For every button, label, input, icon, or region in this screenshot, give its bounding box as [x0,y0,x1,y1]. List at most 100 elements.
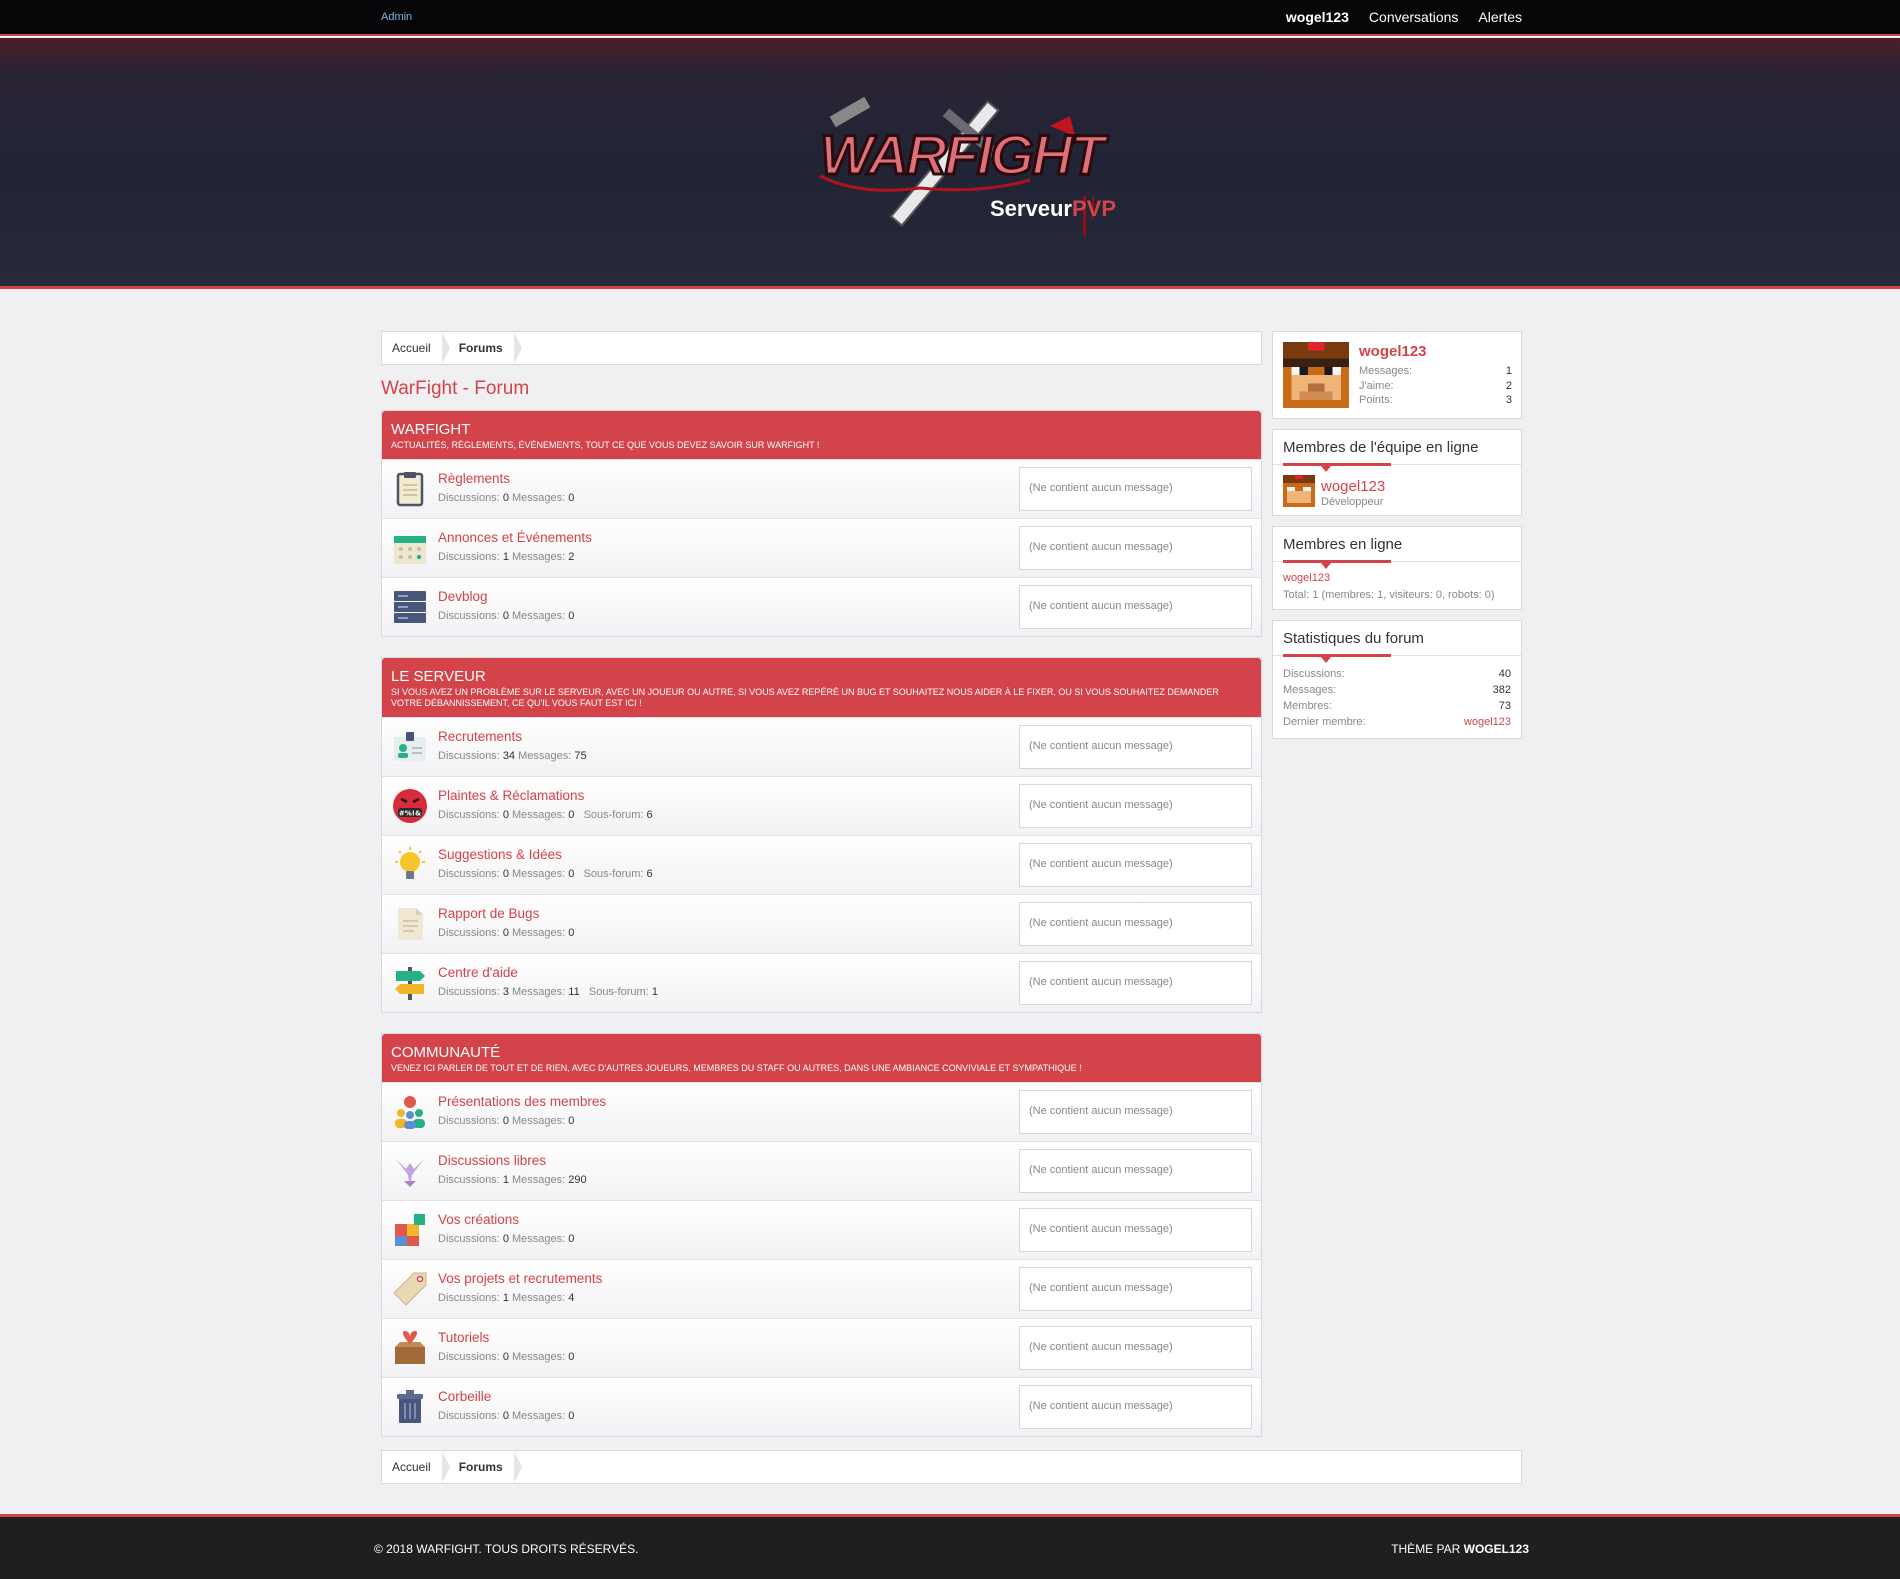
breadcrumb: Accueil Forums [381,1450,1522,1484]
messages-count: 0 [568,868,575,880]
forum-categories: WARFIGHT Actualités, règlements, événeme… [381,410,1262,1437]
messages-label: Messages: [512,1174,566,1186]
puzzle-icon[interactable] [392,1212,428,1248]
forum-node-title[interactable]: Corbeille [438,1389,491,1404]
forum-node-title[interactable]: Discussions libres [438,1153,546,1168]
forum-node-title[interactable]: Suggestions & Idées [438,847,562,862]
forum-node: Rapport de Bugs Discussions: 0 Messages:… [382,894,1261,953]
tag-icon[interactable] [392,1271,428,1307]
forum-node-title[interactable]: Présentations des membres [438,1094,606,1109]
last-post-box: (Ne contient aucun message) [1019,725,1252,769]
calendar-icon[interactable] [392,530,428,566]
subforum-count: 6 [646,809,653,821]
latest-member-link[interactable]: wogel123 [1464,714,1511,730]
forum-node-stats: Discussions: 0 Messages: 0 [438,927,574,939]
forum-node: Suggestions & Idées Discussions: 0 Messa… [382,835,1261,894]
stat-value: 40 [1498,668,1511,680]
messages-count: 290 [568,1174,587,1186]
theme-credit-prefix: THÈME PAR [1391,1542,1464,1556]
people-chat-icon[interactable] [392,1094,428,1130]
discussions-label: Discussions: [438,1292,500,1304]
messages-count: 0 [568,927,575,939]
forum-node-title[interactable]: Tutoriels [438,1330,489,1345]
username-link[interactable]: wogel123 [1286,9,1349,25]
warfight-logo[interactable]: WARFIGHT Serveur PVP [800,76,1130,256]
signpost-icon[interactable] [392,965,428,1001]
trash-icon[interactable] [392,1389,428,1425]
breadcrumb-forums[interactable]: Forums [449,332,522,364]
lightbulb-icon[interactable] [392,847,428,883]
messages-label: Messages: [512,1233,566,1245]
alerts-link[interactable]: Alertes [1478,9,1522,25]
gift-box-icon[interactable] [392,1330,428,1366]
forum-node-stats: Discussions: 0 Messages: 0 [438,1410,574,1422]
discussions-count: 0 [502,868,509,880]
discussions-count: 0 [502,492,509,504]
subforum-label: Sous-forum: [583,809,644,821]
discussions-count: 0 [502,927,509,939]
last-post-box: (Ne contient aucun message) [1019,784,1252,828]
theme-author-link[interactable]: WOGEL123 [1464,1542,1529,1556]
staff-avatar[interactable] [1283,475,1315,507]
stat-label: Messages: [1283,684,1337,696]
subforum-count: 1 [651,986,658,998]
messages-label: Messages: [518,750,572,762]
breadcrumb-forums[interactable]: Forums [449,1451,522,1483]
admin-link[interactable]: Admin [381,11,412,23]
forum-node-title[interactable]: Devblog [438,589,488,604]
forum-node-title[interactable]: Rapport de Bugs [438,906,539,921]
messages-count: 0 [568,1115,575,1127]
stat-label: Discussions: [1283,668,1345,680]
forum-node-title[interactable]: Centre d'aide [438,965,518,980]
category-title[interactable]: COMMUNAUTÉ [391,1044,1252,1061]
discussions-count: 0 [502,1115,509,1127]
discussions-label: Discussions: [438,986,500,998]
forum-node-title[interactable]: Vos projets et recrutements [438,1271,602,1286]
messages-count: 2 [568,551,575,563]
stat-label: Dernier membre: [1283,716,1366,728]
discussions-label: Discussions: [438,610,500,622]
document-icon[interactable] [392,906,428,942]
stat-value: 382 [1492,684,1511,696]
logo-subtitle-pvp: PVP [1072,196,1116,221]
forum-node-title[interactable]: Plaintes & Réclamations [438,788,584,803]
forum-node: Tutoriels Discussions: 0 Messages: 0 (Ne… [382,1318,1261,1377]
category-header[interactable]: WARFIGHT Actualités, règlements, événeme… [382,411,1261,459]
category-description: Venez ici parler de tout et de rien, ave… [391,1063,1082,1073]
last-post-box: (Ne contient aucun message) [1019,467,1252,511]
server-icon[interactable] [392,589,428,625]
category-header[interactable]: COMMUNAUTÉ Venez ici parler de tout et d… [382,1034,1261,1082]
staff-username[interactable]: wogel123 [1321,478,1385,495]
discussions-count: 0 [502,1233,509,1245]
breadcrumb-home[interactable]: Accueil [382,332,450,364]
category-title[interactable]: WARFIGHT [391,421,1252,438]
angry-face-icon[interactable]: #%!& [392,788,428,824]
visitor-username[interactable]: wogel123 [1359,343,1427,360]
discussions-label: Discussions: [438,492,500,504]
conversations-link[interactable]: Conversations [1369,9,1459,25]
forum-node-title[interactable]: Annonces et Événements [438,530,592,545]
stat-value[interactable]: 2 [1506,379,1512,394]
forum-node-title[interactable]: Règlements [438,471,510,486]
messages-count: 0 [568,610,575,622]
forum-node: Discussions libres Discussions: 1 Messag… [382,1141,1261,1200]
forum-node-title[interactable]: Vos créations [438,1212,519,1227]
forum-category: WARFIGHT Actualités, règlements, événeme… [381,410,1262,637]
user-avatar[interactable] [1283,342,1349,408]
breadcrumb-home[interactable]: Accueil [382,1451,450,1483]
online-user-link[interactable]: wogel123 [1283,572,1511,584]
members-online-panel: Membres en ligne wogel123 Total: 1 (memb… [1272,526,1522,610]
stat-value[interactable]: 1 [1506,364,1512,379]
category-title[interactable]: LE SERVEUR [391,668,1252,685]
discussions-count: 0 [502,610,509,622]
last-post-box: (Ne contient aucun message) [1019,1267,1252,1311]
bird-icon[interactable] [392,1153,428,1189]
clipboard-icon[interactable] [392,471,428,507]
discussions-label: Discussions: [438,809,500,821]
stat-value[interactable]: 3 [1506,393,1512,408]
forum-node-title[interactable]: Recrutements [438,729,522,744]
id-card-icon[interactable] [392,729,428,765]
subforum-label: Sous-forum: [588,986,649,998]
category-header[interactable]: LE SERVEUR Si vous avez un problème sur … [382,658,1261,717]
category-description: Si vous avez un problème sur le serveur,… [391,687,1219,708]
